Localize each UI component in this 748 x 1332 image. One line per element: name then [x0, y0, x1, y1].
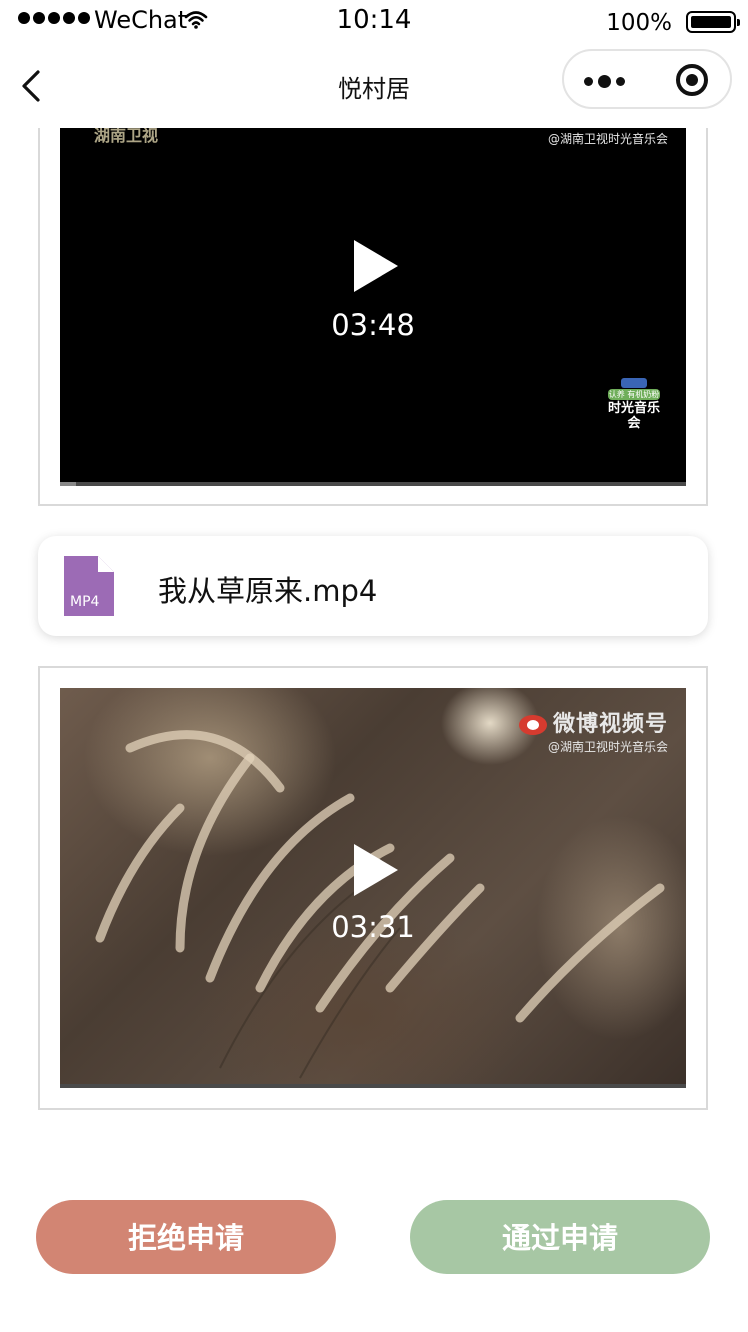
video-progress-bar[interactable]	[60, 1084, 686, 1088]
channel-watermark: 微博视频号 @湖南卫视时光音乐会	[518, 706, 668, 755]
video-duration: 03:31	[331, 910, 415, 944]
file-name: 我从草原来.mp4	[158, 574, 378, 608]
more-dots-icon[interactable]	[584, 75, 625, 88]
video-progress-fill	[60, 482, 76, 486]
file-attachment-card[interactable]: MP4 我从草原来.mp4	[38, 536, 708, 636]
video-player[interactable]: 微博视频号 @湖南卫视时光音乐会 03:31	[60, 688, 686, 1088]
reject-button[interactable]: 拒绝申请	[36, 1200, 336, 1274]
navigation-bar: 悦村居	[0, 44, 748, 128]
video-card: 湖南卫视 @湖南卫视时光音乐会 03:48 认养 有机奶粉 时光音乐会	[38, 100, 708, 506]
svg-text:MP4: MP4	[70, 594, 100, 610]
target-circle-icon[interactable]	[676, 64, 708, 96]
mp4-file-icon: MP4	[62, 556, 114, 616]
battery-percentage: 100%	[606, 10, 672, 36]
mini-program-capsule	[562, 49, 732, 109]
video-watermark: 湖南卫视	[94, 128, 159, 145]
channel-watermark: @湖南卫视时光音乐会	[547, 132, 668, 146]
weibo-icon	[518, 715, 547, 735]
video-player[interactable]: 湖南卫视 @湖南卫视时光音乐会 03:48 认养 有机奶粉 时光音乐会	[60, 128, 686, 486]
status-bar: WeChat 10:14 100%	[0, 0, 748, 44]
play-icon[interactable]	[350, 842, 400, 898]
video-card: 微博视频号 @湖南卫视时光音乐会 03:31	[38, 666, 708, 1110]
approve-button[interactable]: 通过申请	[410, 1200, 710, 1274]
show-logo: 认养 有机奶粉 时光音乐会	[608, 378, 660, 431]
play-icon[interactable]	[350, 238, 400, 294]
battery-icon	[686, 11, 740, 33]
video-progress-bar[interactable]	[60, 482, 686, 486]
video-duration: 03:48	[331, 308, 415, 342]
